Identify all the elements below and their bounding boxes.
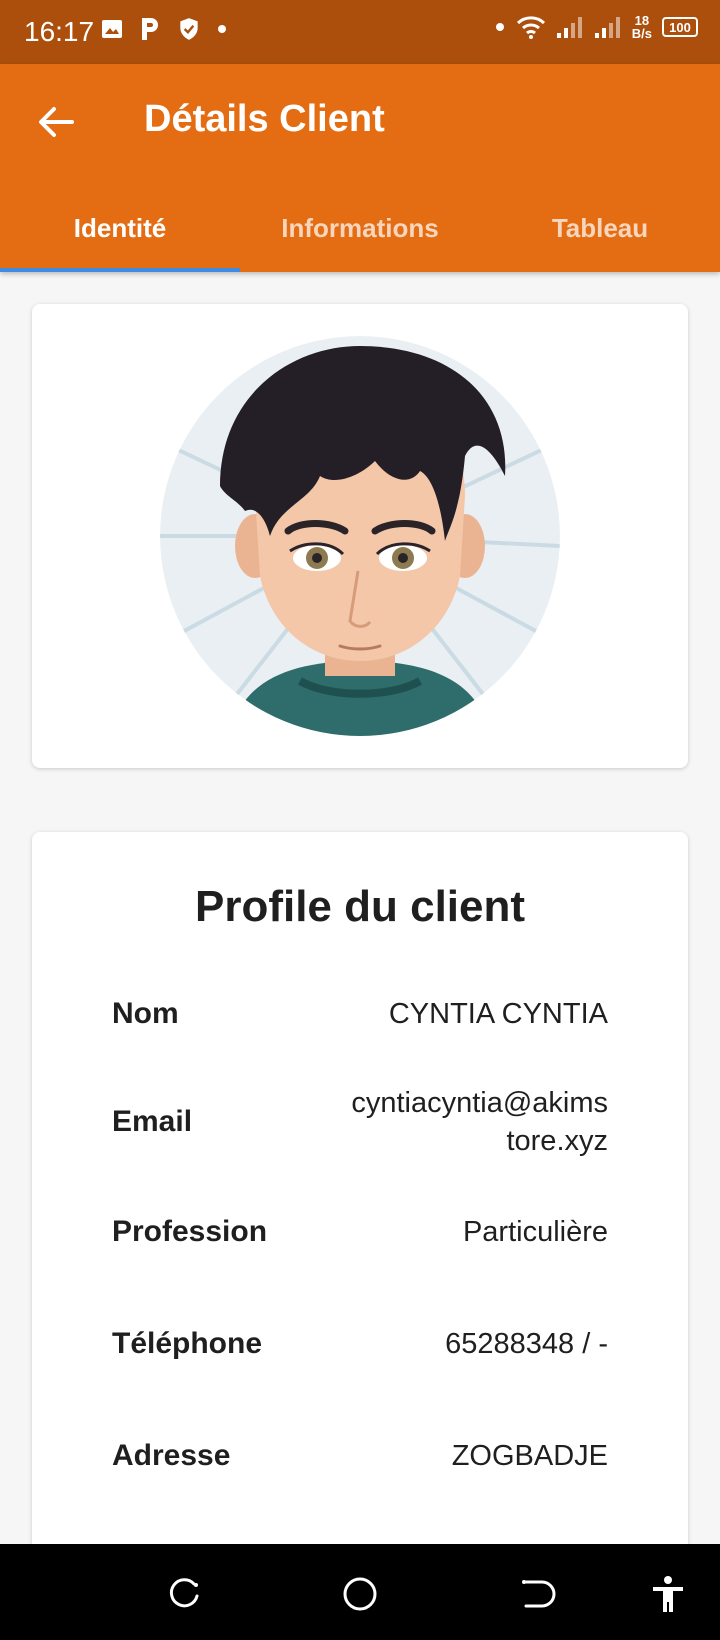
network-speed: 18 B/s: [632, 14, 652, 40]
field-row-telephone: Téléphone 65288348 / -: [112, 1322, 608, 1366]
system-nav-bar: [0, 1544, 720, 1640]
field-value: Particulière: [462, 1216, 608, 1248]
tab-tableau[interactable]: Tableau: [480, 192, 720, 272]
page-title: Détails Client: [144, 98, 385, 140]
app-bar: Détails Client Identité Informations Tab…: [0, 64, 720, 272]
field-label: Téléphone: [112, 1327, 263, 1360]
status-time: 16:17: [24, 16, 95, 47]
field-value: ZOGBADJE: [451, 1440, 608, 1472]
avatar-card: [32, 304, 688, 768]
battery-icon: 100: [662, 17, 698, 37]
field-label: Nom: [112, 997, 179, 1030]
field-row-adresse: Adresse ZOGBADJE: [112, 1434, 608, 1478]
tab-bar: Identité Informations Tableau: [0, 192, 720, 272]
field-label: Email: [112, 1105, 193, 1138]
shield-icon: [180, 18, 198, 40]
tab-informations[interactable]: Informations: [240, 192, 480, 272]
profile-title: Profile du client: [194, 882, 526, 931]
field-value: 65288348 / -: [445, 1328, 608, 1360]
parking-icon: [142, 18, 158, 40]
field-label: Profession: [112, 1215, 268, 1248]
back-icon[interactable]: [516, 1574, 556, 1614]
field-value: CYNTIA CYNTIA: [388, 998, 608, 1030]
profile-card: Profile du client Nom CYNTIA CYNTIA Emai…: [32, 832, 688, 1572]
dot-icon: [495, 23, 504, 31]
signal-icon: [556, 17, 582, 38]
home-icon[interactable]: [340, 1574, 380, 1614]
dot-icon: [218, 25, 226, 33]
signal-icon: [594, 17, 620, 38]
avatar: [160, 336, 560, 736]
arrow-left-icon[interactable]: [36, 102, 76, 142]
field-row-profession: Profession Particulière: [112, 1210, 608, 1254]
field-row-email: Email cyntiacyntia@akimstore.xyz: [112, 1080, 608, 1164]
field-row-nom: Nom CYNTIA CYNTIA: [112, 992, 608, 1036]
tab-identite[interactable]: Identité: [0, 192, 240, 272]
accessibility-icon[interactable]: [648, 1574, 688, 1614]
recent-apps-icon[interactable]: [164, 1574, 204, 1614]
gallery-icon: [102, 20, 122, 38]
field-value: cyntiacyntia@akimstore.xyz: [351, 1087, 608, 1157]
battery-level: 100: [669, 19, 691, 35]
status-bar: 16:17 18 B/s 100: [0, 0, 720, 64]
speed-unit: B/s: [631, 26, 652, 41]
wifi-icon: [516, 16, 545, 39]
field-label: Adresse: [112, 1439, 231, 1472]
